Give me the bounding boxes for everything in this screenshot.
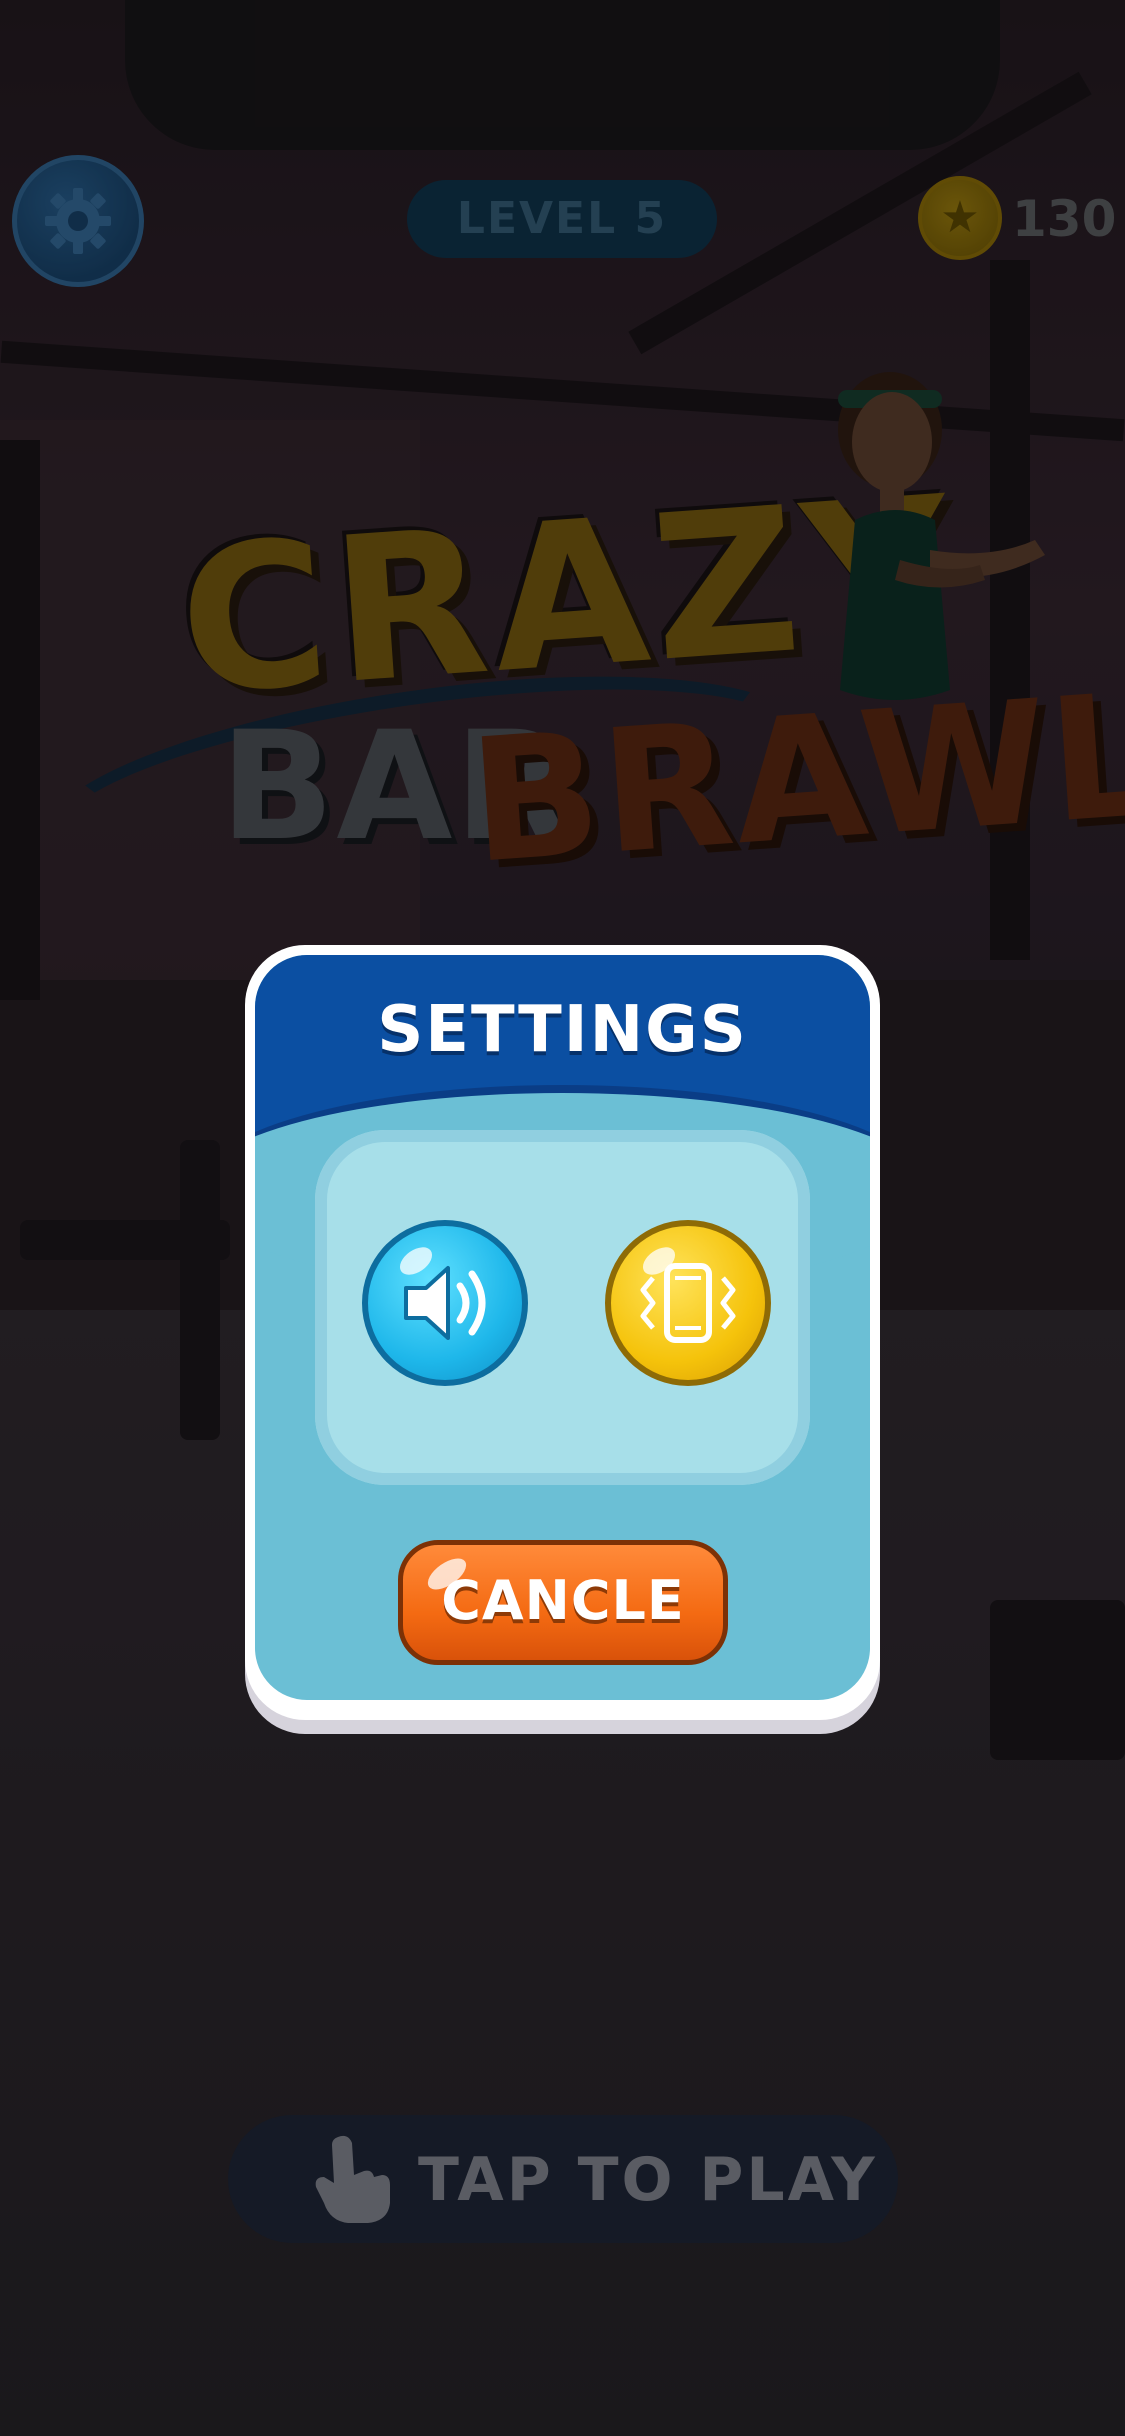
game-screen: LEVEL 5 ★ 130 CRAZY BAR BRAWL SETTINGS C… bbox=[0, 0, 1125, 2436]
sound-toggle-button[interactable] bbox=[362, 1220, 528, 1386]
speaker-icon bbox=[404, 1266, 486, 1340]
cancel-button-label: CANCLE bbox=[441, 1569, 685, 1632]
vibration-toggle-button[interactable] bbox=[605, 1220, 771, 1386]
tap-to-play-label: TAP TO PLAY bbox=[418, 2145, 878, 2215]
settings-title: SETTINGS bbox=[377, 993, 748, 1067]
cancel-button[interactable]: CANCLE bbox=[398, 1540, 728, 1665]
tap-to-play-button[interactable]: TAP TO PLAY bbox=[228, 2115, 898, 2243]
pointing-hand-icon bbox=[315, 2135, 390, 2223]
settings-dialog-body: SETTINGS CANCLE bbox=[255, 955, 870, 1700]
settings-dialog: SETTINGS CANCLE bbox=[245, 945, 880, 1720]
vibration-icon bbox=[640, 1263, 736, 1343]
